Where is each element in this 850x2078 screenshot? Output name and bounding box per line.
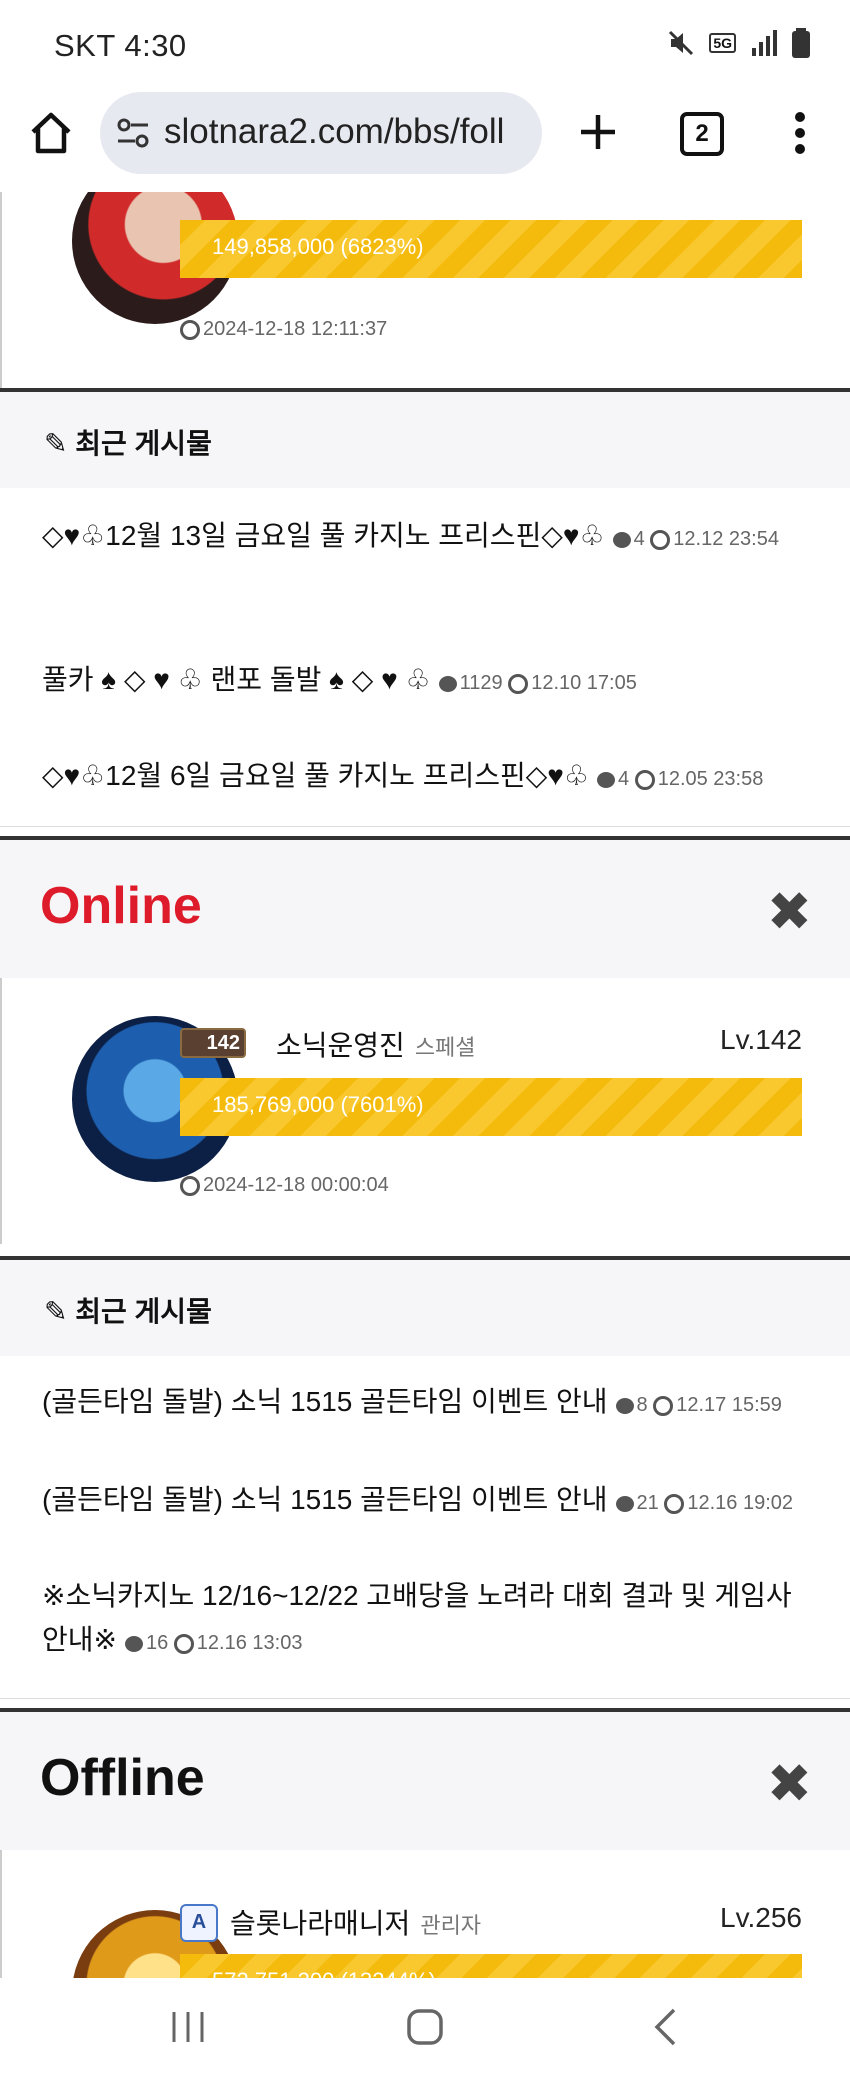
online-title: Online [40,877,202,935]
username[interactable]: 슬롯나라매니저 관리자 [230,1902,481,1942]
post-title[interactable]: (골든타임 돌발) 소닉 1515 골든타임 이벤트 안내 [42,1386,608,1417]
comment-count: 4 [633,528,645,550]
tab-switcher-button[interactable]: 2 [680,112,724,156]
comment-count: 4 [618,768,630,790]
user-grade: 스페셜 [414,1035,476,1060]
recent-posts-title: ✎ 최근 게시물 [44,1290,212,1330]
clock-icon [664,1493,685,1514]
points-bar: 185,769,000 (7601%) [180,1078,802,1136]
level-badge: 142 [180,1028,246,1058]
clock-icon [650,529,671,550]
list-item[interactable]: ◇♥♧12월 6일 금요일 풀 카지노 프리스핀◇♥♧ 4 12.05 23:58 [0,730,850,827]
comment-icon [615,1397,634,1414]
profile-card-online: 142 소닉운영진 스페셜 Lv.142 185,769,000 (7601%) … [0,978,850,1244]
comment-icon [597,771,616,788]
new-tab-icon[interactable] [578,112,618,152]
post-title[interactable]: 풀카 ♠ ◇ ♥ ♧ 랜포 돌발 ♠ ◇ ♥ ♧ [42,664,431,695]
list-item[interactable]: 풀카 ♠ ◇ ♥ ♧ 랜포 돌발 ♠ ◇ ♥ ♧ 1129 12.10 17:05 [0,632,850,731]
battery-icon [792,28,810,58]
post-title[interactable]: ◇♥♧12월 6일 금요일 풀 카지노 프리스핀◇♥♧ [42,760,589,791]
clock-icon [508,673,529,694]
list-item[interactable]: (골든타임 돌발) 소닉 1515 골든타임 이벤트 안내 21 12.16 19… [0,1454,850,1553]
url-text: slotnara2.com/bbs/foll [164,112,505,151]
browser-toolbar: slotnara2.com/bbs/foll 2 [0,88,850,193]
clock-icon [173,1633,194,1654]
page-content: 149,858,000 (6823%) 2024-12-18 12:11:37 … [0,192,850,1978]
username[interactable]: 소닉운영진 스페셜 [276,1024,476,1064]
username-text[interactable]: 소닉운영진 [276,1030,405,1061]
user-grade: 관리자 [420,1913,482,1938]
recent-posts-label: 최근 게시물 [75,1296,212,1327]
post-time: 12.16 19:02 [687,1492,794,1514]
points-bar: 149,858,000 (6823%) [180,220,802,278]
status-icons: 5G [667,28,810,58]
clock-icon [180,1175,200,1196]
pencil-icon: ✎ [44,1296,68,1327]
comment-icon [124,1635,143,1652]
recent-posts-label: 최근 게시물 [75,428,212,459]
comment-icon [612,531,631,548]
points-bar: 572,751,200 (13244%) [180,1954,802,1978]
username-text[interactable]: 슬롯나라매니저 [230,1908,410,1939]
network-5g-badge: 5G [709,33,736,53]
mute-icon [669,30,694,56]
pencil-icon: ✎ [44,428,68,459]
recent-posts-title: ✎ 최근 게시물 [44,422,212,462]
post-time: 12.16 13:03 [196,1632,303,1654]
post-title[interactable]: (골든타임 돌발) 소닉 1515 골든타임 이벤트 안내 [42,1484,608,1515]
clock-icon [634,769,655,790]
last-login-date: 2024-12-18 12:11:37 [203,318,388,340]
signal-icon [752,30,777,56]
post-time: 12.10 17:05 [531,672,637,694]
recent-posts-header: ✎ 최근 게시물 [0,388,850,489]
back-icon[interactable] [652,2008,678,2046]
post-time: 12.12 23:54 [673,528,779,550]
last-login-date: 2024-12-18 00:00:04 [203,1174,389,1196]
post-time: 12.17 15:59 [676,1394,782,1416]
points-text: 149,858,000 (6823%) [212,234,424,259]
list-item[interactable]: ◇♥♧12월 13일 금요일 풀 카지노 프리스핀◇♥♧ 4 12.12 23:5… [0,488,850,633]
comment-count: 21 [636,1492,659,1514]
site-settings-icon[interactable] [116,116,150,150]
post-time: 12.05 23:58 [657,768,764,790]
clock-icon [653,1395,674,1416]
profile-card-offline: A 슬롯나라매니저 관리자 Lv.256 572,751,200 (13244%) [0,1850,850,1978]
home-icon[interactable] [28,110,74,156]
offline-section-header: Offline ✖ [0,1708,850,1855]
comment-count: 1129 [459,672,503,694]
points-text: 185,769,000 (7601%) [212,1092,424,1117]
user-level: Lv.256 [720,1902,802,1933]
system-nav-bar [0,1978,850,2078]
address-bar[interactable]: slotnara2.com/bbs/foll [100,92,542,174]
comment-icon [438,675,457,692]
list-item[interactable]: (골든타임 돌발) 소닉 1515 골든타임 이벤트 안내 8 12.17 15:… [0,1356,850,1455]
comment-icon [615,1495,634,1512]
last-login: 2024-12-18 00:00:04 [180,1174,389,1197]
comment-count: 16 [145,1632,169,1654]
profile-card-top: 149,858,000 (6823%) 2024-12-18 12:11:37 [0,192,850,392]
carrier-time: SKT 4:30 [54,28,187,63]
home-nav-icon[interactable] [406,2008,444,2046]
admin-badge-icon: A [180,1904,218,1942]
more-menu-icon[interactable] [788,110,812,156]
close-icon[interactable]: ✖ [767,1752,812,1815]
post-title[interactable]: ◇♥♧12월 13일 금요일 풀 카지노 프리스핀◇♥♧ [42,520,605,551]
recent-posts-header: ✎ 최근 게시물 [0,1256,850,1357]
list-item[interactable]: ※소닉카지노 12/16~12/22 고배당을 노려라 대회 결과 및 게임사 … [0,1552,850,1699]
points-text: 572,751,200 (13244%) [212,1968,436,1978]
clock-icon [180,319,200,340]
recent-apps-icon[interactable] [170,2010,206,2044]
close-icon[interactable]: ✖ [767,880,812,943]
last-login: 2024-12-18 12:11:37 [180,318,387,341]
user-level: Lv.142 [720,1024,802,1055]
online-section-header: Online ✖ [0,836,850,983]
status-bar: SKT 4:30 5G [0,0,850,88]
offline-title: Offline [40,1749,205,1807]
comment-count: 8 [636,1394,648,1416]
